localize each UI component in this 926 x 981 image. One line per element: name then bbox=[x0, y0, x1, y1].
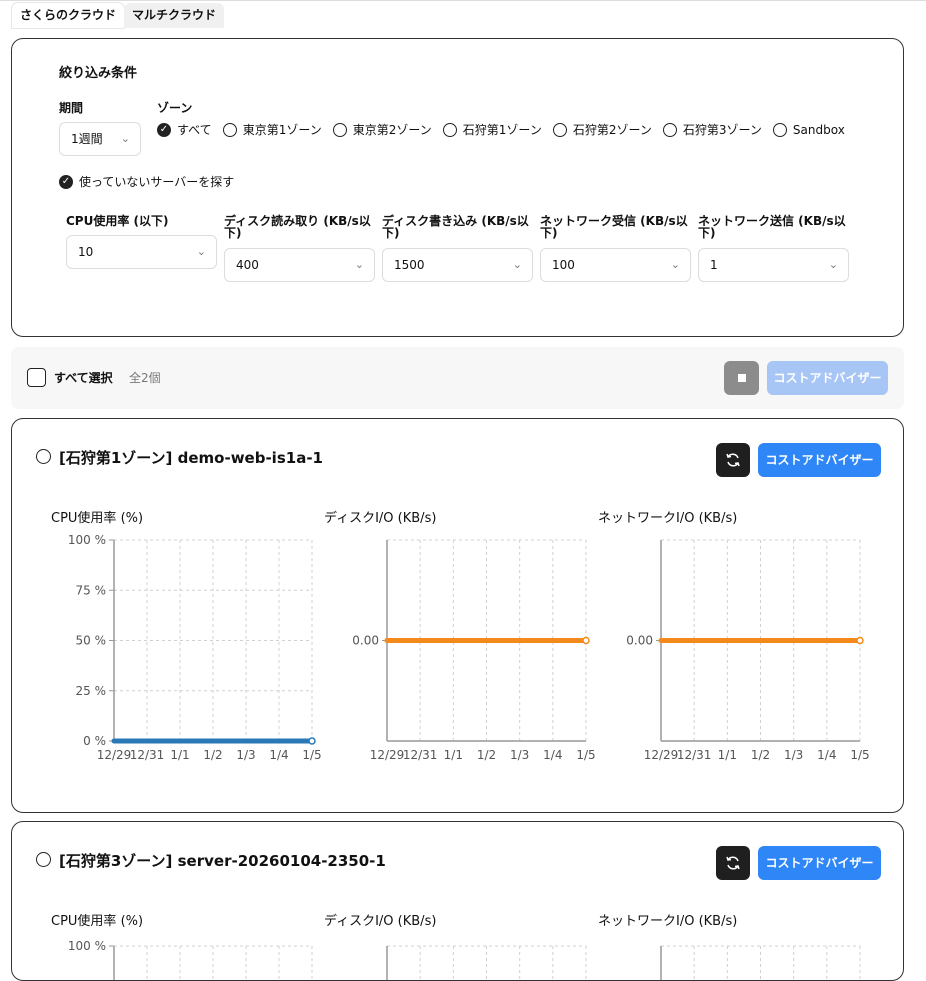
threshold-disk-read-value: 400 bbox=[236, 258, 259, 272]
x-axis-tick-label: 12/29 bbox=[644, 748, 679, 762]
checkbox-checked-icon[interactable]: ✓ bbox=[59, 174, 73, 189]
zone-option-label: 東京第2ゾーン bbox=[352, 123, 432, 137]
bulk-action-bar: すべて選択 全2個 コストアドバイザー bbox=[11, 347, 904, 409]
zone-option-is2[interactable]: 石狩第2ゾーン bbox=[552, 121, 652, 138]
bulk-cost-advisor-button[interactable]: コストアドバイザー bbox=[767, 361, 888, 395]
zone-option-tk2[interactable]: 東京第2ゾーン bbox=[332, 121, 432, 138]
zone-option-sandbox[interactable]: Sandbox bbox=[772, 122, 845, 137]
checkbox-icon[interactable] bbox=[442, 122, 457, 137]
threshold-net-out-value: 1 bbox=[710, 258, 718, 272]
checkbox-checked-icon[interactable]: ✓ bbox=[157, 122, 171, 137]
select-all-label[interactable]: すべて選択 bbox=[54, 369, 113, 386]
chevron-down-icon: ⌄ bbox=[670, 258, 680, 271]
threshold-cpu-label: CPU使用率 (以下) bbox=[66, 214, 169, 228]
chevron-down-icon: ⌄ bbox=[512, 258, 522, 271]
unused-servers-toggle[interactable]: ✓ 使っていないサーバーを探す bbox=[59, 173, 234, 190]
top-divider bbox=[0, 0, 926, 1]
threshold-cpu-value: 10 bbox=[78, 245, 94, 259]
threshold-disk-write-label: ディスク書き込み (KB/s以 下) bbox=[382, 214, 529, 240]
threshold-net-in-value: 100 bbox=[552, 258, 575, 272]
zone-options: ✓ すべて 東京第1ゾーン 東京第2ゾーン 石狩第1ゾーン 石狩第2ゾーン 石狩第… bbox=[157, 121, 856, 138]
checkbox-icon[interactable] bbox=[772, 122, 787, 137]
threshold-net-out-label: ネットワーク送信 (KB/s以 下) bbox=[698, 214, 846, 240]
zone-option-label: 石狩第3ゾーン bbox=[682, 123, 762, 137]
filter-title: 絞り込み条件 bbox=[59, 66, 138, 81]
chevron-down-icon: ⌄ bbox=[354, 258, 364, 271]
series-end-point bbox=[856, 636, 864, 645]
zone-option-is3[interactable]: 石狩第3ゾーン bbox=[662, 121, 762, 138]
zone-option-label: 石狩第1ゾーン bbox=[462, 123, 542, 137]
unused-servers-label: 使っていないサーバーを探す bbox=[79, 175, 235, 189]
cloud-tabs: さくらのクラウド マルチクラウド bbox=[12, 3, 225, 28]
threshold-net-in-label: ネットワーク受信 (KB/s以 下) bbox=[540, 214, 688, 240]
zone-option-label: 石狩第2ゾーン bbox=[572, 123, 652, 137]
zone-option-label: 東京第1ゾーン bbox=[242, 123, 322, 137]
checkbox-icon[interactable] bbox=[662, 122, 677, 137]
x-axis-tick-label: 1/3 bbox=[784, 748, 803, 762]
filter-panel: 絞り込み条件 期間 1週間 ⌄ ゾーン ✓ すべて 東京第1ゾーン 東京第2ゾーン… bbox=[11, 38, 904, 337]
x-axis-tick-label: 12/31 bbox=[677, 748, 712, 762]
threshold-disk-read-label: ディスク読み取り (KB/s以 下) bbox=[224, 214, 371, 240]
zone-option-label: すべて bbox=[177, 123, 212, 137]
zone-label: ゾーン bbox=[157, 101, 193, 115]
period-value: 1週間 bbox=[71, 132, 103, 146]
zone-option-all[interactable]: ✓ すべて bbox=[157, 121, 212, 138]
threshold-disk-read-select[interactable]: 400 ⌄ bbox=[224, 248, 375, 282]
x-axis-tick-label: 1/1 bbox=[718, 748, 737, 762]
x-axis-tick-label: 1/2 bbox=[751, 748, 770, 762]
checkbox-icon[interactable] bbox=[222, 122, 237, 137]
cpu-usage-chart-partial: 100 % bbox=[68, 939, 861, 980]
y-axis-tick-label: 100 % bbox=[68, 939, 106, 953]
network-io-chart: 12/2912/31 1/1 1/2 1/3 1/4 1/5 0.00 bbox=[626, 539, 870, 762]
server-count: 全2個 bbox=[129, 371, 161, 385]
checkbox-icon[interactable] bbox=[332, 122, 347, 137]
chevron-down-icon: ⌄ bbox=[120, 132, 130, 145]
stop-icon bbox=[737, 374, 746, 382]
chevron-down-icon: ⌄ bbox=[196, 245, 206, 258]
zone-option-tk1[interactable]: 東京第1ゾーン bbox=[222, 121, 322, 138]
zone-option-is1[interactable]: 石狩第1ゾーン bbox=[442, 121, 542, 138]
period-label: 期間 bbox=[59, 101, 84, 115]
x-axis-tick-label: 1/5 bbox=[850, 748, 869, 762]
chevron-down-icon: ⌄ bbox=[828, 258, 838, 271]
tab-sakura-cloud[interactable]: さくらのクラウド bbox=[12, 3, 125, 28]
threshold-disk-write-value: 1500 bbox=[394, 258, 425, 272]
checkbox-icon[interactable] bbox=[552, 122, 567, 137]
threshold-cpu-select[interactable]: 10 ⌄ bbox=[66, 235, 217, 269]
zone-option-label: Sandbox bbox=[792, 122, 845, 137]
threshold-disk-write-select[interactable]: 1500 ⌄ bbox=[382, 248, 533, 282]
period-select[interactable]: 1週間 ⌄ bbox=[59, 122, 141, 156]
stop-button[interactable] bbox=[724, 361, 759, 395]
server-card: [石狩第1ゾーン] demo-web-is1a-1 コストアドバイザー CPU使… bbox=[11, 418, 904, 813]
y-axis-tick-label: 0.00 bbox=[626, 634, 653, 648]
select-all-checkbox[interactable] bbox=[27, 368, 46, 387]
server-card: [石狩第3ゾーン] server-20260104-2350-1 コストアドバイ… bbox=[11, 821, 904, 981]
threshold-net-out-select[interactable]: 1 ⌄ bbox=[698, 248, 849, 282]
x-axis-tick-label: 1/4 bbox=[817, 748, 836, 762]
tab-multi-cloud[interactable]: マルチクラウド bbox=[124, 3, 225, 28]
threshold-net-in-select[interactable]: 100 ⌄ bbox=[540, 248, 691, 282]
